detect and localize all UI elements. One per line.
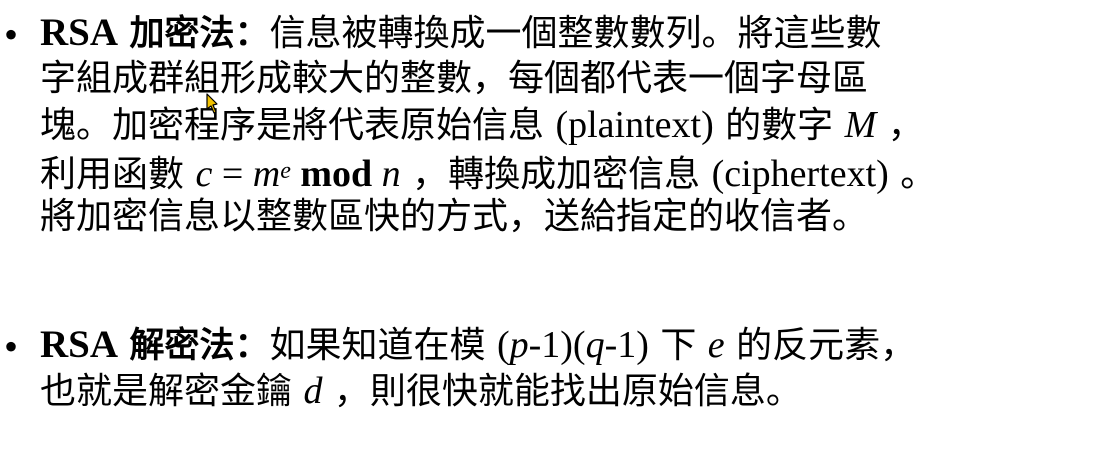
text-line-2: 字組成群組形成較大的整數，每個都代表一個字母區 — [40, 56, 1110, 102]
term-rsa: RSA — [40, 323, 119, 366]
pen-cursor-icon — [206, 93, 218, 114]
text-segment: 信息被轉換成一個整數數列。將這些數 — [269, 13, 882, 54]
text-segment: 利用函數 — [40, 154, 196, 195]
term-plaintext: (plaintext) — [555, 104, 714, 146]
math-var-m-upper: M — [844, 104, 877, 146]
text-segment: ， — [876, 105, 924, 146]
paragraph-rsa-encryption: RSA 加密法：信息被轉換成一個整數數列。將這些數 字組成群組形成較大的整數，每… — [40, 10, 1110, 240]
math-var-m: m — [252, 153, 281, 195]
text-segment: 的數字 — [713, 105, 845, 146]
text-segment: 塊。加密程序是將代表原始信息 — [40, 105, 556, 146]
text-segment: 。 — [888, 154, 937, 195]
text-segment: 下 — [648, 325, 708, 366]
text-segment: 如果知道在模 — [269, 325, 497, 366]
text-segment: ，轉換成加密信息 — [400, 154, 712, 195]
math-equals: = — [212, 153, 253, 195]
text-segment: ，則很快就能找出原始信息。 — [322, 371, 802, 412]
math-mod: mod — [290, 153, 382, 195]
bullet-dot: • — [4, 12, 19, 57]
term-ciphertext: (ciphertext) — [711, 153, 889, 195]
math-var-c: c — [195, 153, 213, 195]
term-decryption: 解密法： — [129, 326, 270, 366]
text-line-2: 也就是解密金鑰 d ，則很快就能找出原始信息。 — [40, 368, 1110, 414]
text-line-5: 將加密信息以整數區快的方式，送給指定的收信者。 — [40, 194, 1110, 240]
text-segment: 也就是解密金鑰 — [40, 371, 304, 412]
math-var-n: n — [381, 153, 401, 195]
term-rsa: RSA — [40, 11, 119, 54]
text-line-1: RSA 加密法：信息被轉換成一個整數數列。將這些數 — [40, 10, 1110, 56]
paragraph-rsa-decryption: RSA 解密法：如果知道在模 (p-1)(q-1) 下 e 的反元素， 也就是解… — [40, 322, 1110, 414]
text-segment: 將加密信息以整數區快的方式，送給指定的收信者。 — [40, 196, 869, 237]
term-encryption: 加密法： — [129, 14, 270, 54]
text-line-4: 利用函數 c = me mod n ，轉換成加密信息 (ciphertext) … — [40, 148, 1110, 195]
math-var-q: q — [585, 324, 605, 366]
bullet-dot: • — [4, 324, 19, 369]
math-minus-one: -1)( — [528, 324, 586, 366]
text-line-1: RSA 解密法：如果知道在模 (p-1)(q-1) 下 e 的反元素， — [40, 322, 1110, 368]
text-segment: 的反元素， — [724, 325, 917, 366]
math-var-e: e — [707, 324, 725, 366]
math-minus-one-close: -1) — [604, 324, 649, 366]
math-var-d: d — [303, 370, 323, 412]
text-segment: 字組成群組形成較大的整數，每個都代表一個字母區 — [40, 58, 869, 99]
text-line-3: 塊。加密程序是將代表原始信息 (plaintext) 的數字 M ， — [40, 102, 1110, 148]
math-var-p: p — [509, 324, 529, 366]
math-exponent-e: e — [280, 158, 291, 184]
math-paren: ( — [496, 324, 510, 366]
